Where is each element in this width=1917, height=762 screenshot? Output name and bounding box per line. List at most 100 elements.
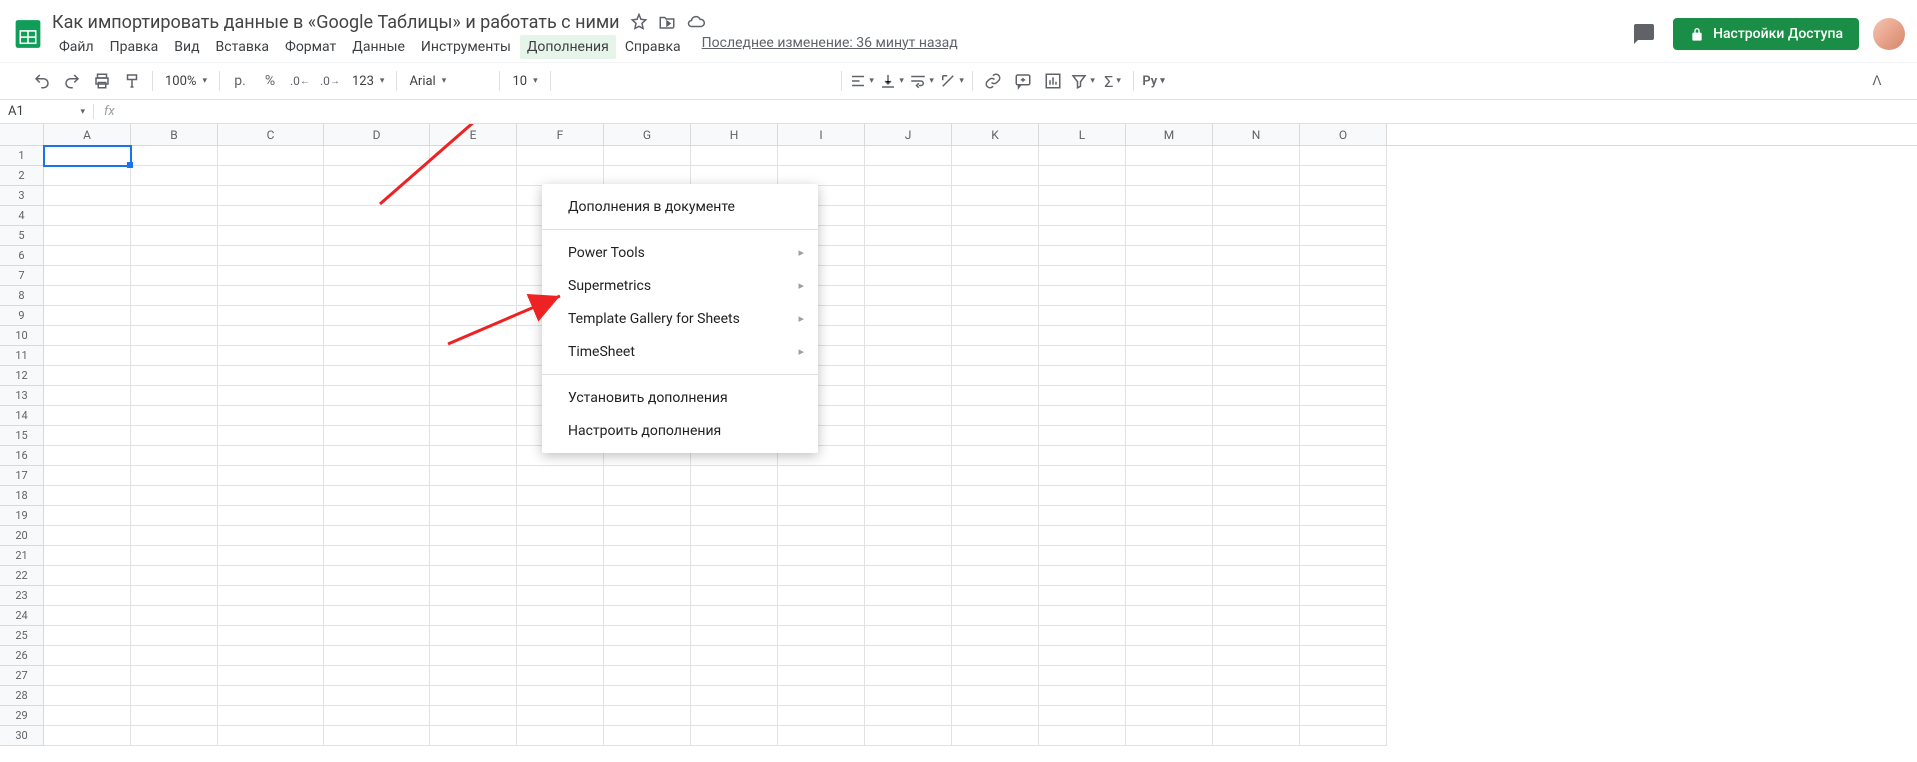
cell[interactable] xyxy=(1039,206,1126,226)
cell[interactable] xyxy=(44,286,131,306)
cell[interactable] xyxy=(1213,246,1300,266)
cell[interactable] xyxy=(1039,326,1126,346)
column-header[interactable]: M xyxy=(1126,124,1213,145)
cell[interactable] xyxy=(131,466,218,486)
cell[interactable] xyxy=(131,546,218,566)
cell[interactable] xyxy=(1300,606,1387,626)
cell[interactable] xyxy=(865,606,952,626)
cell[interactable] xyxy=(1126,566,1213,586)
cell[interactable] xyxy=(1039,666,1126,686)
cell[interactable] xyxy=(604,146,691,166)
cell[interactable] xyxy=(1126,406,1213,426)
cell[interactable] xyxy=(430,506,517,526)
cell[interactable] xyxy=(778,706,865,726)
cell[interactable] xyxy=(1039,706,1126,726)
cell[interactable] xyxy=(44,486,131,506)
cell[interactable] xyxy=(1039,486,1126,506)
cell[interactable] xyxy=(1213,326,1300,346)
cell[interactable] xyxy=(865,306,952,326)
cell[interactable] xyxy=(1039,166,1126,186)
row-header[interactable]: 23 xyxy=(0,586,44,606)
cell[interactable] xyxy=(430,266,517,286)
cell[interactable] xyxy=(1300,506,1387,526)
cell[interactable] xyxy=(324,526,430,546)
addons-install-item[interactable]: Установить дополнения xyxy=(542,381,818,414)
cell[interactable] xyxy=(1213,486,1300,506)
cell[interactable] xyxy=(1300,326,1387,346)
cell[interactable] xyxy=(131,326,218,346)
cell[interactable] xyxy=(1213,226,1300,246)
cell[interactable] xyxy=(778,166,865,186)
cell[interactable] xyxy=(324,466,430,486)
column-header[interactable]: H xyxy=(691,124,778,145)
cell[interactable] xyxy=(1039,546,1126,566)
row-header[interactable]: 7 xyxy=(0,266,44,286)
cell[interactable] xyxy=(44,646,131,666)
row-header[interactable]: 30 xyxy=(0,726,44,746)
cell[interactable] xyxy=(778,566,865,586)
row-header[interactable]: 1 xyxy=(0,146,44,166)
cell[interactable] xyxy=(1213,366,1300,386)
cell[interactable] xyxy=(604,586,691,606)
cell[interactable] xyxy=(1300,426,1387,446)
column-header[interactable]: B xyxy=(131,124,218,145)
row-header[interactable]: 5 xyxy=(0,226,44,246)
redo-icon[interactable] xyxy=(58,68,86,94)
cell[interactable] xyxy=(44,186,131,206)
cell[interactable] xyxy=(1300,406,1387,426)
cell[interactable] xyxy=(952,406,1039,426)
cell[interactable] xyxy=(324,166,430,186)
cell[interactable] xyxy=(865,626,952,646)
row-header[interactable]: 27 xyxy=(0,666,44,686)
cell[interactable] xyxy=(1300,386,1387,406)
cell[interactable] xyxy=(218,646,324,666)
cell[interactable] xyxy=(1300,306,1387,326)
cell[interactable] xyxy=(1300,346,1387,366)
cell[interactable] xyxy=(952,486,1039,506)
cell[interactable] xyxy=(952,306,1039,326)
column-header[interactable]: A xyxy=(44,124,131,145)
cell[interactable] xyxy=(324,566,430,586)
cell[interactable] xyxy=(604,666,691,686)
cell[interactable] xyxy=(1213,346,1300,366)
cell[interactable] xyxy=(865,406,952,426)
cell[interactable] xyxy=(218,546,324,566)
cell[interactable] xyxy=(517,546,604,566)
menu-format[interactable]: Формат xyxy=(278,35,343,59)
cell[interactable] xyxy=(44,226,131,246)
cell[interactable] xyxy=(778,466,865,486)
cell[interactable] xyxy=(1300,206,1387,226)
text-wrap-icon[interactable]: ▾ xyxy=(908,68,936,94)
cell[interactable] xyxy=(44,426,131,446)
cell[interactable] xyxy=(324,146,430,166)
cell[interactable] xyxy=(1126,326,1213,346)
cell[interactable] xyxy=(1126,666,1213,686)
cell[interactable] xyxy=(44,586,131,606)
text-rotate-icon[interactable]: ▾ xyxy=(938,68,966,94)
cell[interactable] xyxy=(952,646,1039,666)
menu-edit[interactable]: Правка xyxy=(103,35,166,59)
cell[interactable] xyxy=(1126,686,1213,706)
cell[interactable] xyxy=(778,646,865,666)
cell[interactable] xyxy=(691,606,778,626)
cell[interactable] xyxy=(430,166,517,186)
cell[interactable] xyxy=(1213,626,1300,646)
cell[interactable] xyxy=(691,646,778,666)
cell[interactable] xyxy=(778,626,865,646)
cell[interactable] xyxy=(44,306,131,326)
cell[interactable] xyxy=(952,146,1039,166)
cell[interactable] xyxy=(952,526,1039,546)
addons-item-power-tools[interactable]: Power Tools xyxy=(542,236,818,269)
cell[interactable] xyxy=(1126,306,1213,326)
cell[interactable] xyxy=(778,686,865,706)
cell[interactable] xyxy=(1039,146,1126,166)
formula-input[interactable] xyxy=(125,100,1917,123)
cell[interactable] xyxy=(1213,426,1300,446)
row-header[interactable]: 12 xyxy=(0,366,44,386)
cell[interactable] xyxy=(218,686,324,706)
cell[interactable] xyxy=(218,306,324,326)
cell[interactable] xyxy=(218,446,324,466)
cell[interactable] xyxy=(1126,586,1213,606)
cell[interactable] xyxy=(218,486,324,506)
cell[interactable] xyxy=(865,146,952,166)
